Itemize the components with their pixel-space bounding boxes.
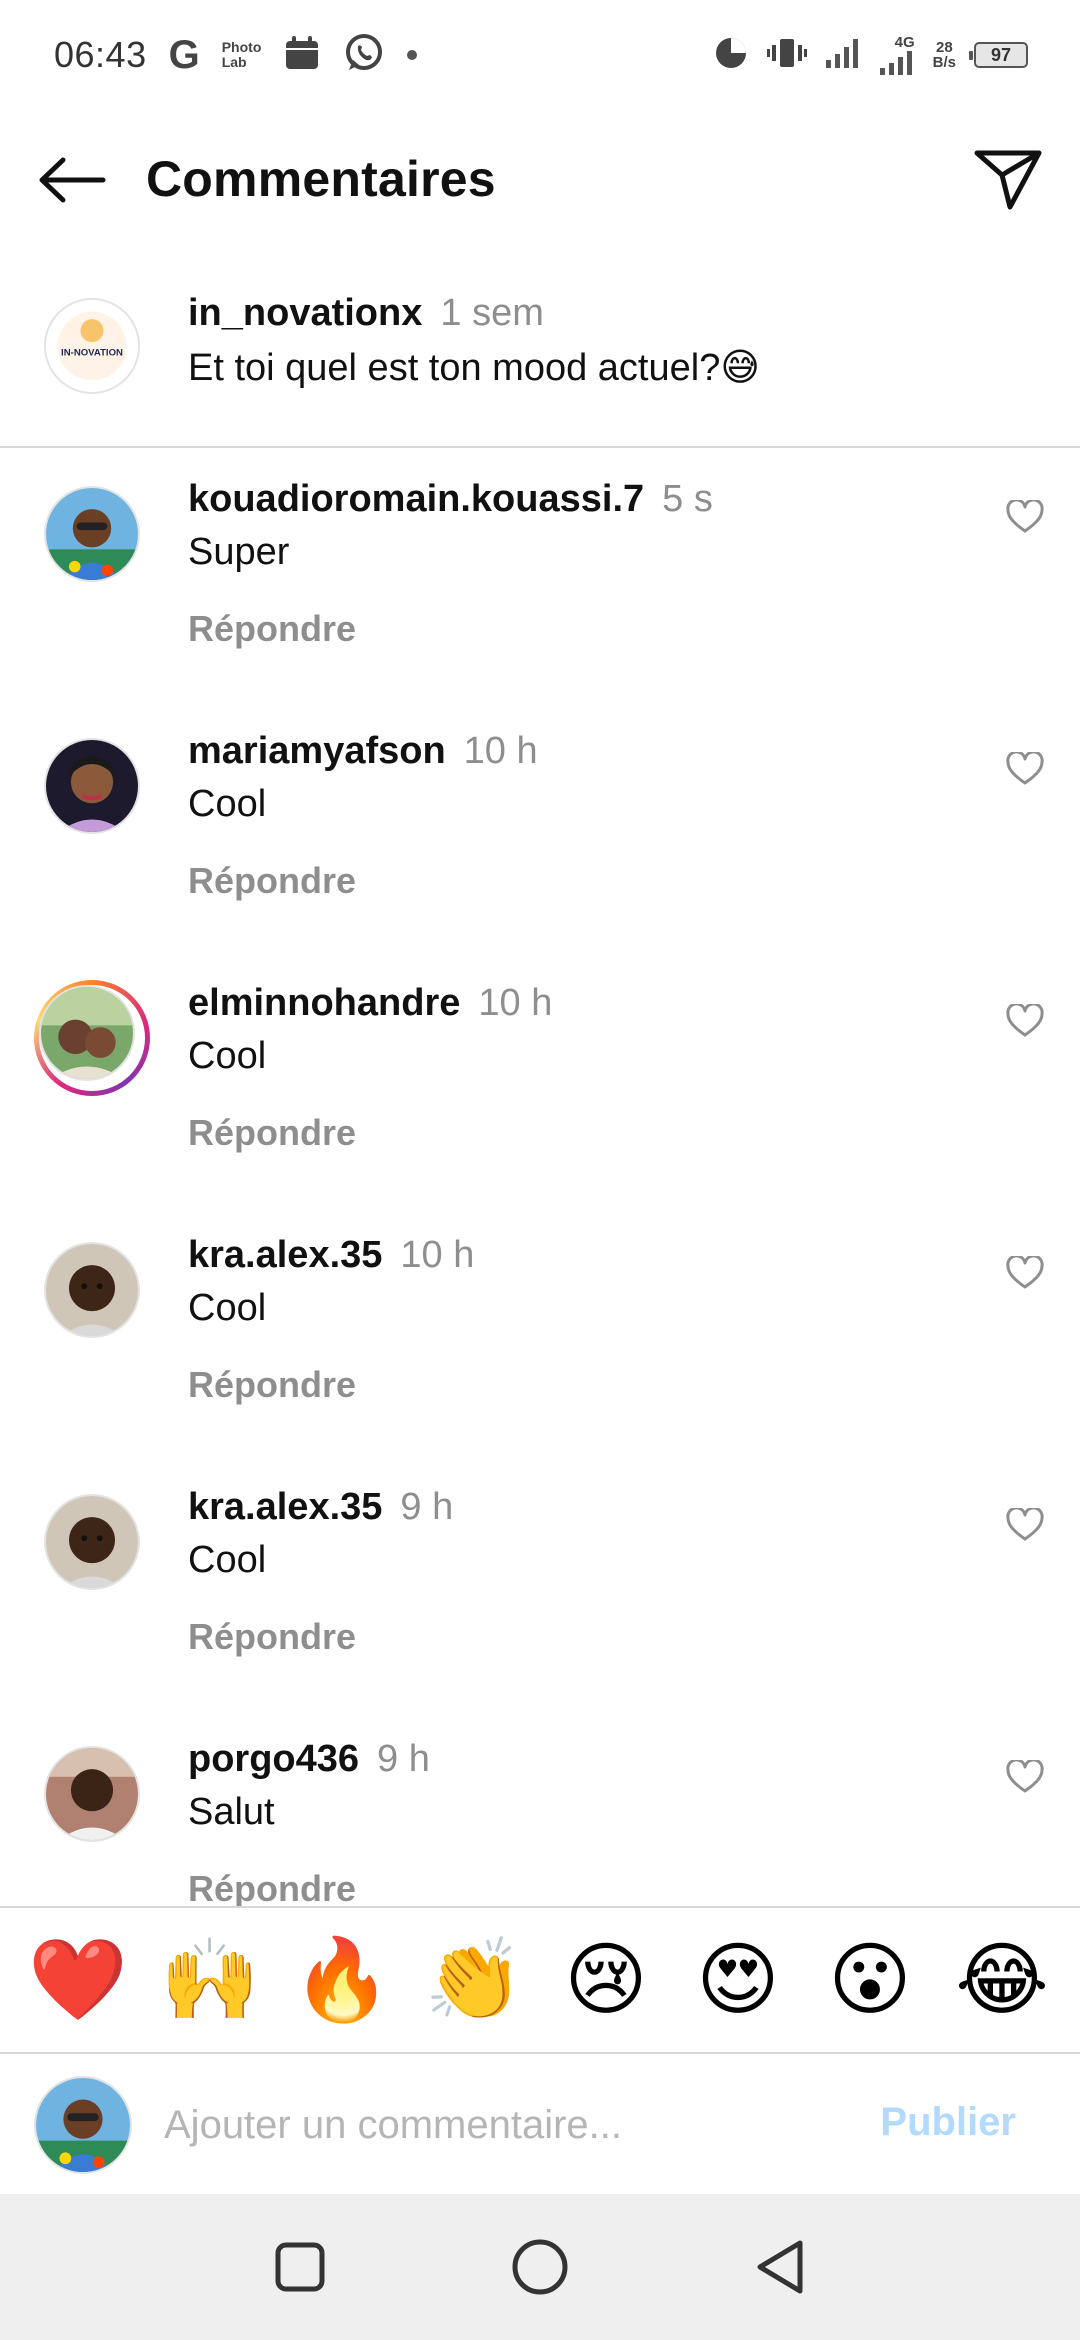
heart-icon [1006,1508,1044,1541]
system-navigation-bar [0,2194,1080,2340]
comment-time: 5 s [662,478,713,520]
avatar[interactable] [39,985,135,1081]
arrow-left-icon [39,157,106,203]
data-saver-icon [713,35,749,76]
status-time: 06:43 [54,34,147,75]
emoji-red-heart[interactable]: ❤️ [23,1940,133,2020]
triangle-back-icon [757,2240,803,2294]
comment-item: kra.alex.35 9 h Cool Répondre [0,1478,1080,1730]
home-button[interactable] [508,2235,572,2299]
reply-button[interactable]: Répondre [188,1868,356,1906]
square-icon [275,2242,325,2292]
recents-button[interactable] [268,2235,332,2299]
battery-icon: 97 [969,42,1028,68]
post-caption: IN-NOVATION in_novationx 1 sem Et toi que… [0,280,1080,448]
comment-time: 10 h [400,1234,475,1276]
heart-icon [1006,1004,1044,1037]
comment-input[interactable] [164,2090,844,2160]
comment-item: mariamyafson 10 h Cool Répondre [0,722,1080,974]
comment-time: 10 h [463,730,538,772]
reply-button[interactable]: Répondre [188,860,356,902]
svg-text:IN-NOVATION: IN-NOVATION [61,348,123,359]
avatar[interactable] [44,738,140,834]
comment-time: 9 h [377,1738,430,1780]
reply-button[interactable]: Répondre [188,608,356,650]
comment-time: 9 h [400,1486,454,1528]
whatsapp-icon [343,32,385,79]
comment-item: kra.alex.35 10 h Cool Répondre [0,1226,1080,1478]
vibrate-icon [766,36,807,75]
story-ring[interactable] [34,980,150,1096]
like-button[interactable] [1000,744,1050,794]
page-title: Commentaires [146,151,496,207]
comment-username[interactable]: kra.alex.35 [188,1234,382,1276]
avatar[interactable] [44,486,140,582]
avatar[interactable] [44,1242,140,1338]
emoji-crying-face[interactable]: 😢 [551,1940,661,2020]
comment-username[interactable]: kouadioromain.kouassi.7 [188,478,644,520]
send-icon [974,150,1042,210]
comment-text: Super [188,531,290,573]
comment-item: kouadioromain.kouassi.7 5 s Super Répondr… [0,470,1080,722]
comment-text: Cool [188,1287,267,1329]
like-button[interactable] [1000,1248,1050,1298]
calendar-icon [283,34,321,77]
emoji-heart-eyes[interactable]: 😍 [683,1940,793,2020]
like-button[interactable] [1000,996,1050,1046]
emoji-raising-hands[interactable]: 🙌 [155,1940,265,2020]
reply-button[interactable]: Répondre [188,1364,356,1406]
back-nav-button[interactable] [748,2235,812,2299]
comment-username[interactable]: mariamyafson [188,730,446,772]
signal-icon [825,36,861,75]
avatar[interactable] [44,1494,140,1590]
like-button[interactable] [1000,1752,1050,1802]
google-icon: G [168,32,200,77]
comment-text: Salut [188,1791,275,1833]
signal-4g-icon: 4G [879,35,915,76]
caption-username[interactable]: in_novationx [188,292,422,334]
emoji-tears-of-joy[interactable]: 😂 [947,1940,1057,2020]
heart-icon [1006,1256,1044,1289]
emoji-fire[interactable]: 🔥 [287,1940,397,2020]
photo-lab-icon: Photo Lab [221,39,262,70]
heart-icon [1006,500,1044,533]
publish-button[interactable]: Publier [880,2100,1016,2145]
like-button[interactable] [1000,492,1050,542]
current-user-avatar[interactable] [34,2076,132,2174]
heart-icon [1006,1760,1044,1793]
like-button[interactable] [1000,1500,1050,1550]
circle-icon [512,2239,568,2295]
comment-username[interactable]: elminnohandre [188,982,460,1024]
emoji-surprised-face[interactable]: 😮 [815,1940,925,2020]
comment-item: elminnohandre 10 h Cool Répondre [0,974,1080,1226]
share-button[interactable] [970,144,1046,216]
reply-button[interactable]: Répondre [188,1616,356,1658]
innovation-logo-icon: IN-NOVATION [46,300,138,392]
net-speed: 28 B/s [932,39,956,71]
caption-text: Et toi quel est ton mood actuel?😅 [188,347,760,389]
comment-time: 10 h [478,982,553,1024]
comment-username[interactable]: porgo436 [188,1738,359,1780]
comment-text: Cool [188,783,267,825]
header: Commentaires [0,130,1080,230]
comment-item: porgo436 9 h Salut Répondre [0,1730,1080,1906]
status-bar: 06:43 G Photo Lab 4G 28 B/s 97 [0,0,1080,110]
reply-button[interactable]: Répondre [188,1112,356,1154]
comment-composer: Publier [0,2052,1080,2194]
comment-text: Cool [188,1035,267,1077]
avatar[interactable] [44,1746,140,1842]
back-button[interactable] [34,150,110,210]
avatar[interactable]: IN-NOVATION [44,298,140,394]
notification-dot [407,50,418,60]
emoji-quick-bar: ❤️ 🙌 🔥 👏 😢 😍 😮 😂 [0,1906,1080,2052]
comment-text: Cool [188,1539,267,1581]
caption-time: 1 sem [440,292,544,334]
comment-username[interactable]: kra.alex.35 [188,1486,382,1528]
emoji-clapping-hands[interactable]: 👏 [419,1940,529,2020]
heart-icon [1006,752,1044,785]
